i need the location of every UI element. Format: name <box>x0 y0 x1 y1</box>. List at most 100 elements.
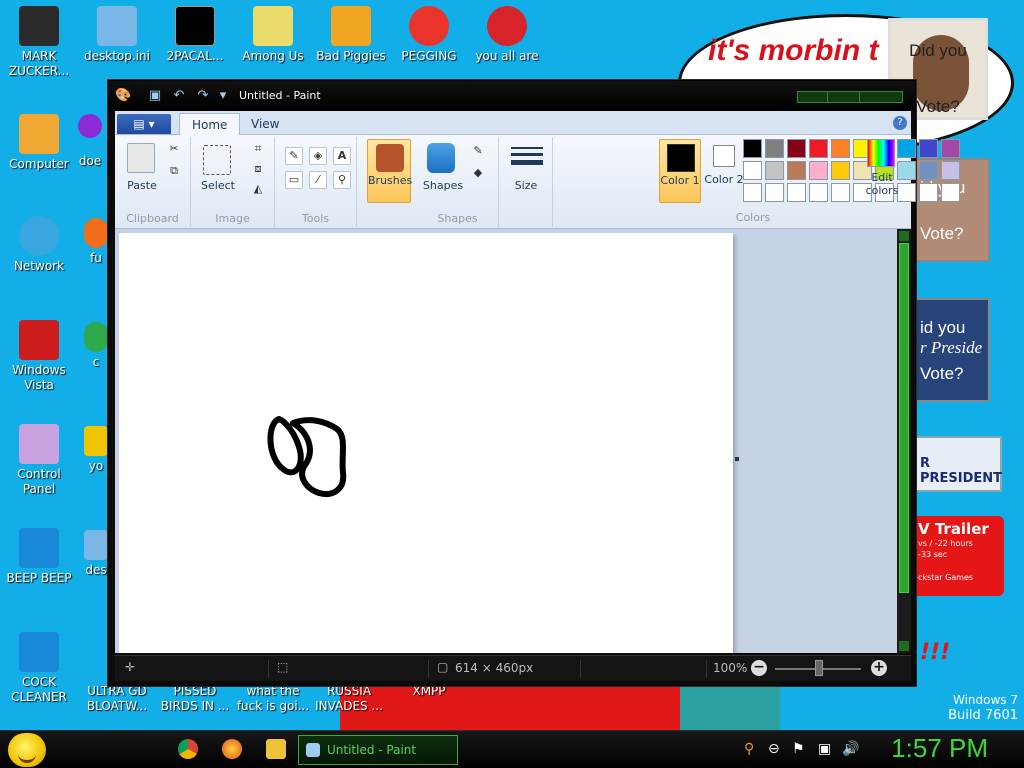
paint-app-icon[interactable]: 🎨 <box>115 88 131 104</box>
palette-color-swatch[interactable] <box>787 183 806 202</box>
select-icon[interactable] <box>203 145 231 175</box>
resize-icon[interactable]: ⧈ <box>249 161 267 179</box>
minus-circle-icon[interactable]: ⊖ <box>768 741 780 757</box>
redo-icon[interactable]: ↷ <box>195 88 211 104</box>
color1-button[interactable]: Color 1 <box>659 139 701 203</box>
color2-swatch[interactable] <box>713 145 735 167</box>
palette-color-swatch[interactable] <box>941 139 960 158</box>
rotate-icon[interactable]: ◭ <box>249 181 267 199</box>
desktop-icon-control-panel[interactable]: Control Panel <box>2 424 76 497</box>
palette-color-swatch[interactable] <box>809 161 828 180</box>
desktop-icon-you-all-are[interactable]: you all are <box>470 6 544 64</box>
palette-color-swatch[interactable] <box>919 183 938 202</box>
title-bar[interactable]: 🎨 ▣ ↶ ↷ ▾ Untitled - Paint <box>109 81 915 111</box>
help-icon[interactable]: ? <box>893 116 907 130</box>
scroll-up-arrow[interactable] <box>899 231 909 241</box>
palette-color-swatch[interactable] <box>787 161 806 180</box>
palette-color-swatch[interactable] <box>831 161 850 180</box>
drawing-canvas[interactable] <box>119 233 733 653</box>
tab-view[interactable]: View <box>239 113 291 135</box>
palette-color-swatch[interactable] <box>743 183 762 202</box>
cut-icon[interactable]: ✂ <box>165 141 183 159</box>
chrome-icon[interactable] <box>178 739 198 759</box>
brushes-button[interactable]: Brushes <box>367 139 412 203</box>
minimize-button[interactable] <box>798 92 828 102</box>
fill-icon[interactable]: ◈ <box>309 147 327 165</box>
edit-colors-icon[interactable] <box>867 139 895 167</box>
select-button[interactable]: Select <box>195 179 241 192</box>
palette-color-swatch[interactable] <box>765 183 784 202</box>
desktop-icon-bad-piggies[interactable]: Bad Piggies <box>314 6 388 64</box>
taskbar-clock[interactable]: 1:57 PM <box>891 733 988 764</box>
shapes-icon[interactable] <box>427 143 455 173</box>
desktop-icon-cock-cleaner[interactable]: COCK CLEANER <box>2 632 76 705</box>
shapes-button[interactable]: Shapes <box>421 179 465 192</box>
edit-colors-button[interactable]: Edit colors <box>861 171 903 197</box>
start-button[interactable] <box>8 733 46 767</box>
tab-home[interactable]: Home <box>179 113 241 135</box>
palette-color-swatch[interactable] <box>765 139 784 158</box>
desktop-icon-windows-vista[interactable]: Windows Vista <box>2 320 76 393</box>
desktop-icon-what-the[interactable]: what the fuck is goi... <box>236 684 310 714</box>
color-picker-icon[interactable]: ⁄ <box>309 171 327 189</box>
zoom-in-button[interactable]: + <box>871 660 887 676</box>
desktop-icon-pissed-birds[interactable]: PISSED BIRDS IN ... <box>158 684 232 714</box>
pencil-icon[interactable]: ✎ <box>285 147 303 165</box>
folder-icon[interactable] <box>266 739 286 759</box>
palette-color-swatch[interactable] <box>941 161 960 180</box>
size-icon[interactable] <box>511 147 543 165</box>
desktop-icon-among-us[interactable]: Among Us <box>236 6 310 64</box>
flag-icon[interactable]: ⚑ <box>792 741 805 757</box>
scroll-down-arrow[interactable] <box>899 641 909 651</box>
network-tray-icon[interactable]: ▣ <box>818 741 831 757</box>
palette-color-swatch[interactable] <box>897 139 916 158</box>
desktop-icon-pegging[interactable]: PEGGING <box>392 6 466 64</box>
volume-icon[interactable]: 🔊 <box>842 741 859 757</box>
crop-icon[interactable]: ⌗ <box>249 141 267 159</box>
size-button[interactable]: Size <box>501 179 551 192</box>
desktop-icon-network[interactable]: Network <box>2 216 76 274</box>
palette-color-swatch[interactable] <box>765 161 784 180</box>
outline-icon[interactable]: ✎ <box>469 143 487 161</box>
canvas-resize-handle[interactable] <box>735 457 739 461</box>
paste-icon[interactable] <box>127 143 155 173</box>
copy-icon[interactable]: ⧉ <box>165 163 183 181</box>
palette-color-swatch[interactable] <box>919 139 938 158</box>
paste-button[interactable]: Paste <box>119 179 165 192</box>
desktop-icon-russia-invades[interactable]: RUSSIA INVADES ... <box>312 684 386 714</box>
search-icon[interactable]: ⚲ <box>744 741 754 757</box>
desktop-icon-desktop-ini[interactable]: desktop.ini <box>80 6 154 64</box>
zoom-out-button[interactable]: − <box>751 660 767 676</box>
palette-color-swatch[interactable] <box>831 183 850 202</box>
scroll-thumb[interactable] <box>899 243 909 593</box>
zoom-slider-knob[interactable] <box>815 660 823 676</box>
palette-color-swatch[interactable] <box>787 139 806 158</box>
desktop-icon-xmpp[interactable]: XMPP <box>392 684 466 699</box>
desktop-icon-2pacal[interactable]: 2PACAL... <box>158 6 232 64</box>
paint-menu-button[interactable]: ▤ ▾ <box>117 114 171 134</box>
desktop-icon-beep-beep[interactable]: BEEP BEEP <box>2 528 76 586</box>
palette-color-swatch[interactable] <box>743 139 762 158</box>
firefox-icon[interactable] <box>222 739 242 759</box>
close-button[interactable] <box>860 92 900 102</box>
desktop-icon-computer[interactable]: Computer <box>2 114 76 172</box>
taskbar-item-paint[interactable]: Untitled - Paint <box>298 735 458 765</box>
palette-color-swatch[interactable] <box>743 161 762 180</box>
palette-color-swatch[interactable] <box>809 183 828 202</box>
fill-shape-icon[interactable]: ◆ <box>469 165 487 183</box>
palette-color-swatch[interactable] <box>941 183 960 202</box>
undo-icon[interactable]: ↶ <box>171 88 187 104</box>
palette-color-swatch[interactable] <box>809 139 828 158</box>
eraser-icon[interactable]: ▭ <box>285 171 303 189</box>
save-icon[interactable]: ▣ <box>147 88 163 104</box>
quick-access-dropdown-icon[interactable]: ▾ <box>215 88 231 104</box>
desktop-icon-mark-zucker[interactable]: MARK ZUCKER... <box>2 6 76 79</box>
text-icon[interactable]: A <box>333 147 351 165</box>
desktop-icon-ultra-gd[interactable]: ULTRA GD BLOATW... <box>80 684 154 714</box>
maximize-button[interactable] <box>828 92 860 102</box>
vertical-scrollbar[interactable] <box>897 229 911 653</box>
palette-color-swatch[interactable] <box>831 139 850 158</box>
desktop-icon-doe[interactable]: doe <box>70 114 110 169</box>
magnifier-icon[interactable]: ⚲ <box>333 171 351 189</box>
palette-color-swatch[interactable] <box>919 161 938 180</box>
